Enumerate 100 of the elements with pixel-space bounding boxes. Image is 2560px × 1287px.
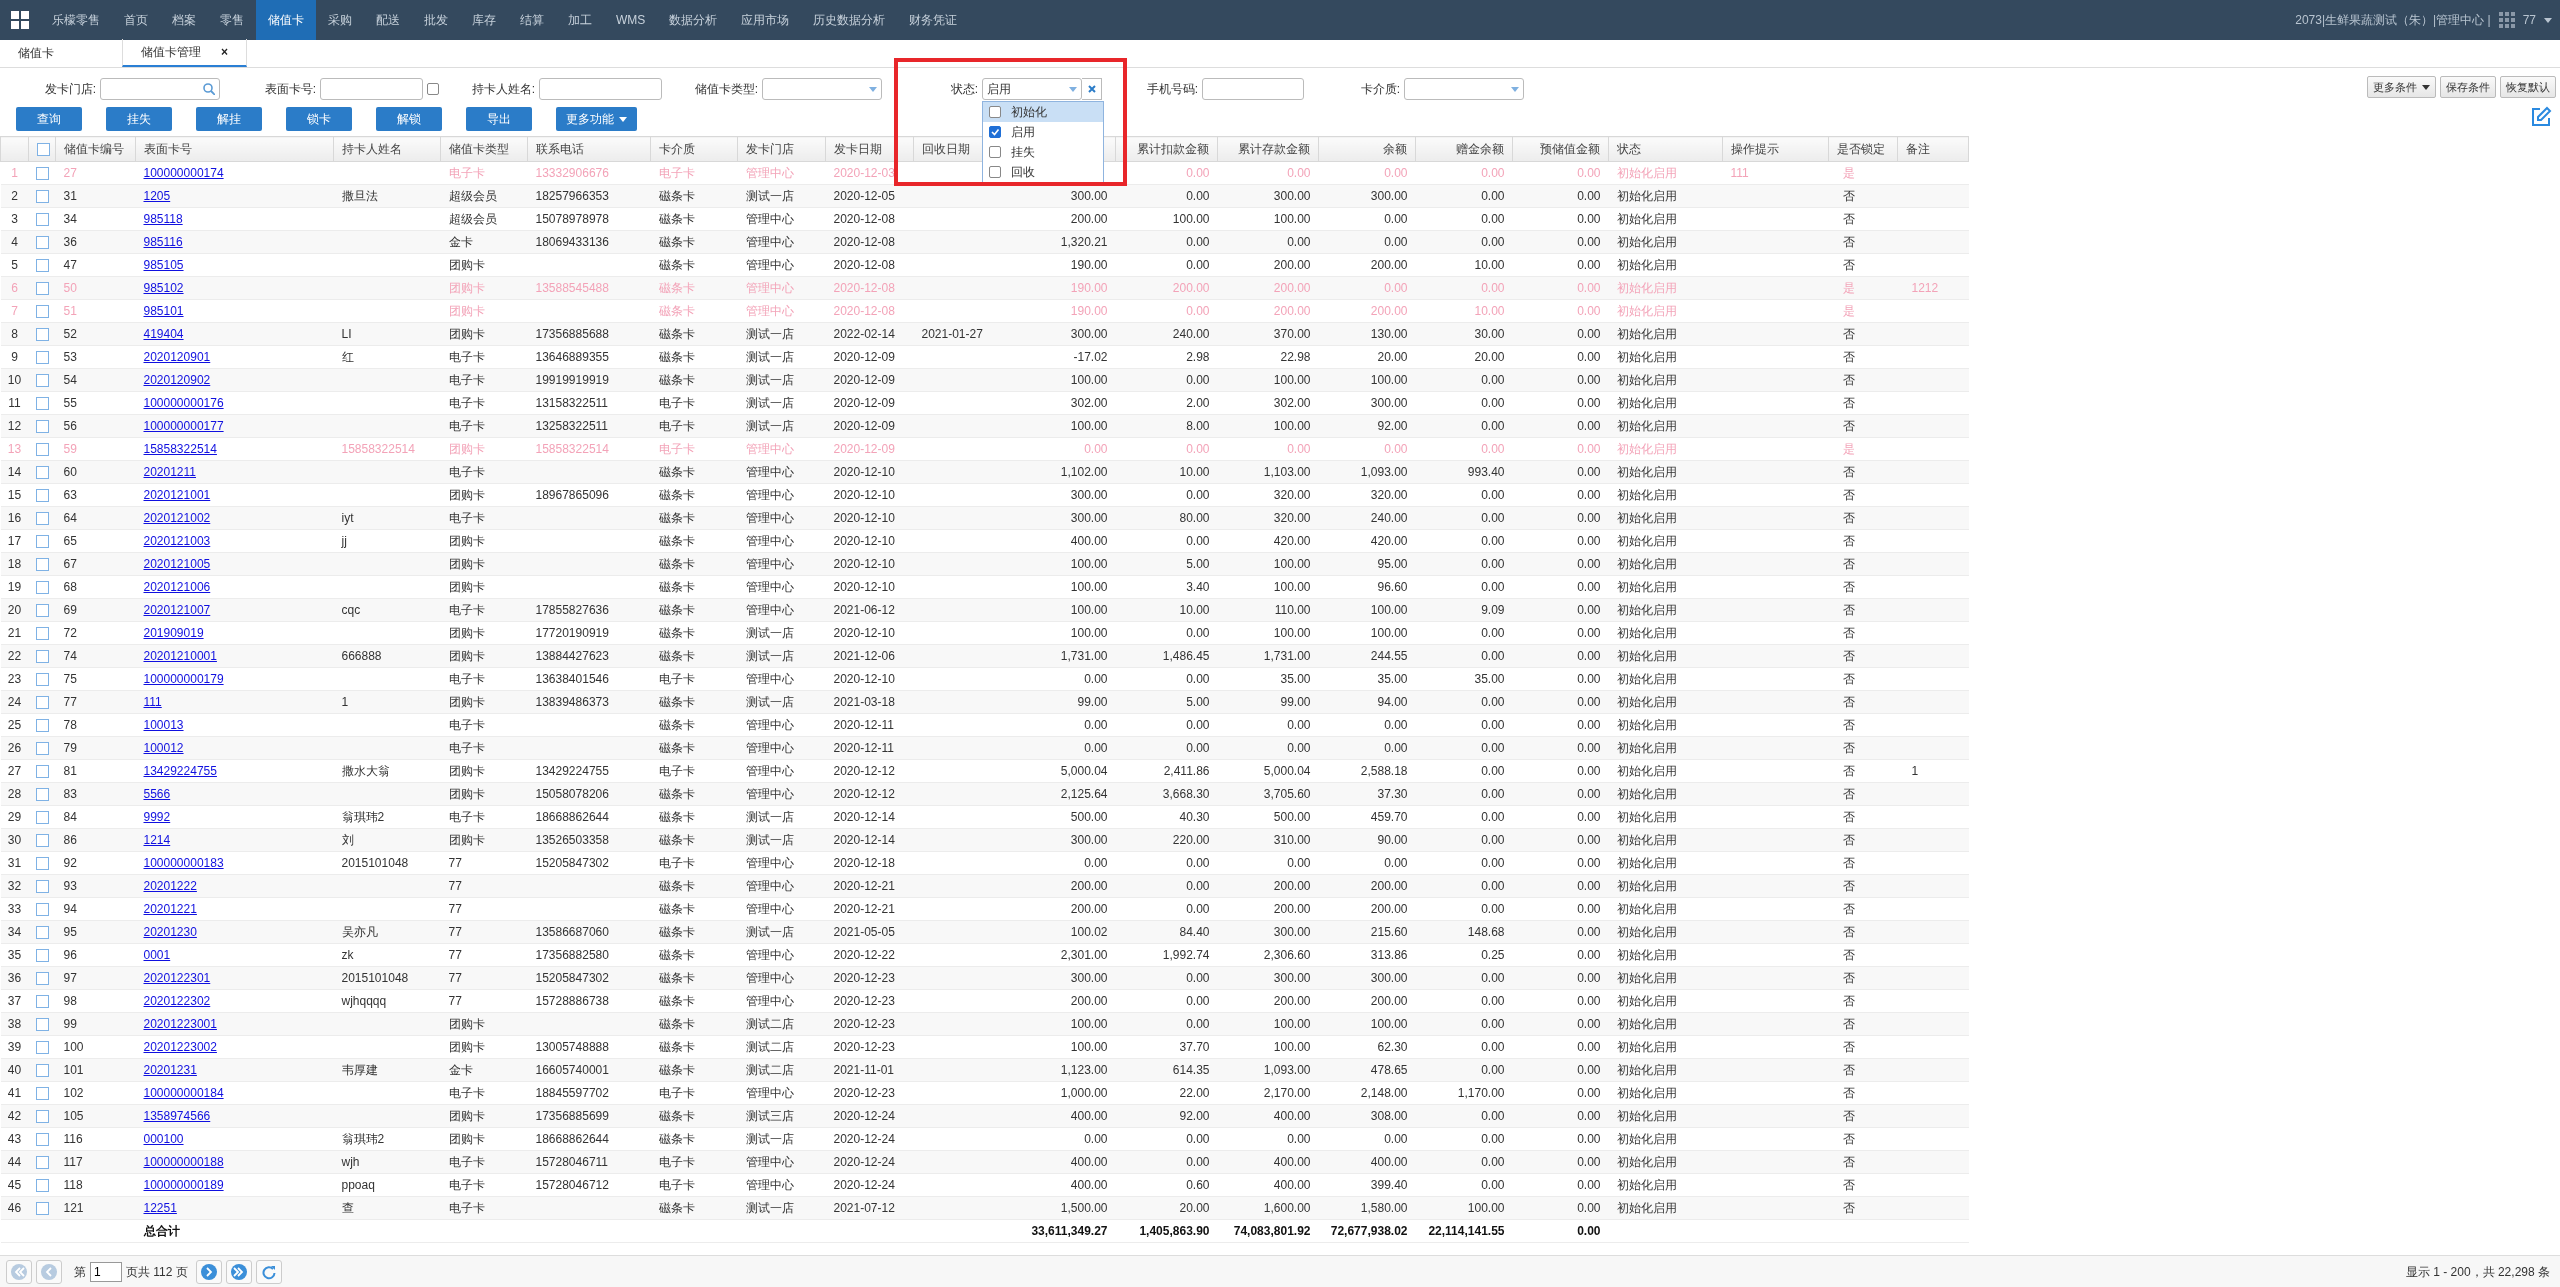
- checkbox[interactable]: [35, 673, 49, 687]
- caret-icon[interactable]: [2544, 17, 2552, 23]
- card-number-link[interactable]: 12251: [143, 1201, 177, 1215]
- button[interactable]: 保存条件: [2440, 76, 2496, 98]
- checkbox[interactable]: [427, 83, 439, 95]
- column-header[interactable]: 累计存款金额: [1217, 136, 1319, 162]
- caret-icon[interactable]: [2422, 85, 2430, 91]
- card-number-link[interactable]: 2020121001: [143, 488, 211, 502]
- column-header[interactable]: 赠金余额: [1415, 136, 1513, 162]
- card-number-link[interactable]: 2020122301: [143, 971, 211, 985]
- checkbox[interactable]: [35, 742, 49, 756]
- column-header[interactable]: 状态: [1608, 136, 1723, 162]
- dropdown-option[interactable]: 回收: [983, 162, 1103, 182]
- button[interactable]: 解锁: [376, 107, 442, 131]
- close-icon[interactable]: ×: [221, 43, 228, 61]
- nav-item[interactable]: 采购: [316, 0, 364, 40]
- column-header[interactable]: 发卡门店: [737, 136, 826, 162]
- card-number-link[interactable]: 100000000183: [143, 856, 224, 870]
- card-number-link[interactable]: 5566: [143, 787, 171, 801]
- checkbox[interactable]: [35, 995, 49, 1009]
- clear-icon[interactable]: [1087, 85, 1096, 93]
- card-number-link[interactable]: 2020120902: [143, 373, 211, 387]
- card-number-link[interactable]: 20201221: [143, 902, 197, 916]
- checkbox[interactable]: [35, 190, 49, 204]
- column-header[interactable]: 是否锁定: [1828, 136, 1898, 162]
- next-page-icon[interactable]: [200, 1263, 217, 1280]
- input-field[interactable]: [320, 78, 423, 100]
- card-number-link[interactable]: 100012: [143, 741, 184, 755]
- checkbox[interactable]: [35, 903, 49, 917]
- checkbox[interactable]: [989, 106, 1001, 118]
- checkbox[interactable]: [35, 880, 49, 894]
- column-header[interactable]: 表面卡号: [135, 136, 334, 162]
- checkbox[interactable]: [989, 166, 1001, 178]
- card-number-link[interactable]: 100000000179: [143, 672, 224, 686]
- nav-item[interactable]: 配送: [364, 0, 412, 40]
- checkbox[interactable]: [35, 213, 49, 227]
- card-number-link[interactable]: 2020121007: [143, 603, 211, 617]
- card-number-link[interactable]: 20201211: [143, 465, 196, 479]
- nav-item[interactable]: 结算: [508, 0, 556, 40]
- nav-item[interactable]: 批发: [412, 0, 460, 40]
- card-number-link[interactable]: 111: [143, 695, 162, 709]
- checkbox[interactable]: [35, 1133, 49, 1147]
- checkbox[interactable]: [35, 1018, 49, 1032]
- checkbox[interactable]: [35, 811, 49, 825]
- column-header[interactable]: 卡介质: [650, 136, 738, 162]
- column-header[interactable]: 储值卡编号: [55, 136, 136, 162]
- card-number-link[interactable]: 20201222: [143, 879, 197, 893]
- card-number-link[interactable]: 100013: [143, 718, 184, 732]
- checkbox[interactable]: [35, 236, 49, 250]
- card-number-link[interactable]: 985102: [143, 281, 184, 295]
- column-header[interactable]: 余额: [1318, 136, 1416, 162]
- select-field[interactable]: 启用: [982, 78, 1082, 100]
- checkbox[interactable]: [35, 167, 49, 181]
- card-number-link[interactable]: 000100: [143, 1132, 184, 1146]
- checkbox[interactable]: [35, 1087, 49, 1101]
- checkbox[interactable]: [35, 1064, 49, 1078]
- checkbox[interactable]: [35, 512, 49, 526]
- checkbox[interactable]: [35, 397, 49, 411]
- column-header[interactable]: 发卡日期: [825, 136, 914, 162]
- checkbox[interactable]: [35, 351, 49, 365]
- dropdown-option[interactable]: 初始化: [983, 102, 1103, 122]
- checkbox[interactable]: [35, 443, 49, 457]
- nav-item[interactable]: 档案: [160, 0, 208, 40]
- checkbox[interactable]: [35, 374, 49, 388]
- button[interactable]: 挂失: [106, 107, 172, 131]
- card-number-link[interactable]: 201909019: [143, 626, 204, 640]
- card-number-link[interactable]: 15858322514: [143, 442, 217, 456]
- checkbox[interactable]: [35, 834, 49, 848]
- column-header[interactable]: 持卡人姓名: [333, 136, 441, 162]
- card-number-link[interactable]: 2020122302: [143, 994, 211, 1008]
- nav-item[interactable]: 应用市场: [729, 0, 802, 40]
- card-number-link[interactable]: 100000000174: [143, 166, 224, 180]
- nav-item[interactable]: 首页: [112, 0, 160, 40]
- checkbox[interactable]: [35, 696, 49, 710]
- page-input[interactable]: 1: [90, 1261, 122, 1282]
- checkbox[interactable]: [35, 581, 49, 595]
- checkbox[interactable]: [35, 535, 49, 549]
- checkbox[interactable]: [35, 282, 49, 296]
- checkbox[interactable]: [35, 305, 49, 319]
- checkbox[interactable]: [35, 719, 49, 733]
- checkbox[interactable]: [35, 788, 49, 802]
- checkbox[interactable]: [35, 466, 49, 480]
- card-number-link[interactable]: 13429224755: [143, 764, 217, 778]
- edit-icon[interactable]: [2530, 106, 2552, 128]
- card-number-link[interactable]: 1214: [143, 833, 171, 847]
- card-number-link[interactable]: 2020121006: [143, 580, 211, 594]
- checkbox[interactable]: [989, 126, 1001, 138]
- nav-item[interactable]: 乐檬零售: [40, 0, 112, 40]
- card-number-link[interactable]: 0001: [143, 948, 171, 962]
- last-page-icon[interactable]: [230, 1263, 247, 1280]
- nav-item[interactable]: 财务凭证: [897, 0, 970, 40]
- button[interactable]: 锁卡: [286, 107, 352, 131]
- card-number-link[interactable]: 2020120901: [143, 350, 211, 364]
- checkbox[interactable]: [35, 259, 49, 273]
- card-number-link[interactable]: 985105: [143, 258, 184, 272]
- column-header[interactable]: 储值卡类型: [440, 136, 528, 162]
- checkbox[interactable]: [35, 1179, 49, 1193]
- card-number-link[interactable]: 100000000176: [143, 396, 224, 410]
- nav-item[interactable]: 历史数据分析: [801, 0, 898, 40]
- button[interactable]: 导出: [466, 107, 532, 131]
